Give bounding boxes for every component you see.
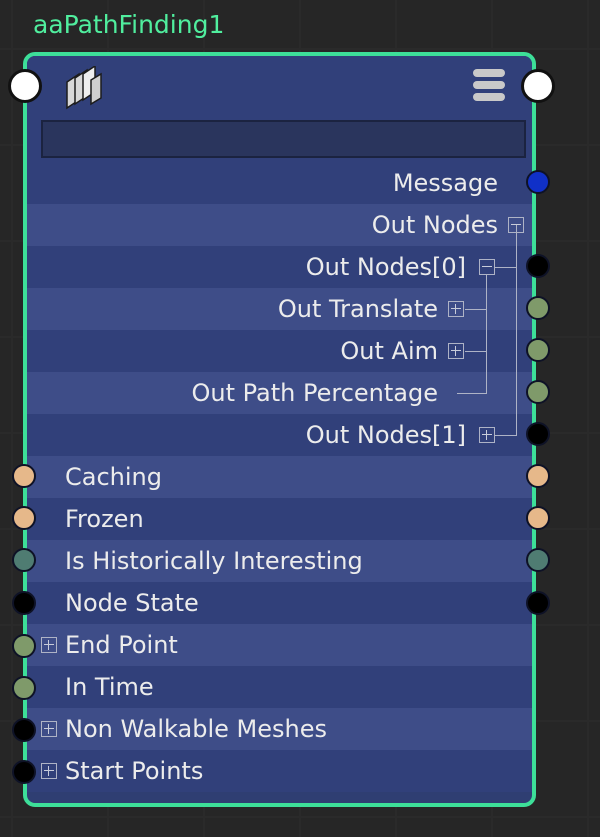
tree-line [465, 351, 487, 352]
tree-line [495, 435, 517, 436]
attr-row-node-state[interactable]: Node State [27, 582, 532, 624]
out-aim-output-port[interactable] [526, 338, 550, 362]
start-points-input-port[interactable] [12, 760, 36, 784]
attr-label: Caching [65, 463, 162, 491]
out-nodes-1-output-port[interactable] [526, 422, 550, 446]
expand-icon[interactable] [448, 343, 464, 359]
tree-line [457, 393, 487, 394]
expand-icon[interactable] [41, 721, 57, 737]
frozen-output-port[interactable] [526, 506, 550, 530]
expand-icon[interactable] [41, 763, 57, 779]
attr-row-start-points[interactable]: Start Points [27, 750, 532, 792]
attr-row-is-historically-interesting[interactable]: Is Historically Interesting [27, 540, 532, 582]
attr-label: Out Path Percentage [191, 379, 438, 407]
input-connection-port[interactable] [8, 69, 42, 103]
attr-label: Start Points [65, 757, 204, 785]
out-path-percentage-output-port[interactable] [526, 380, 550, 404]
message-output-port[interactable] [526, 170, 550, 194]
attr-label: Is Historically Interesting [65, 547, 363, 575]
out-nodes-0-output-port[interactable] [526, 254, 550, 278]
attr-label: Node State [65, 589, 199, 617]
search-input[interactable] [41, 120, 526, 158]
expand-icon[interactable] [448, 301, 464, 317]
expand-icon[interactable] [41, 637, 57, 653]
attr-row-non-walkable-meshes[interactable]: Non Walkable Meshes [27, 708, 532, 750]
attr-label: In Time [65, 673, 154, 701]
attr-label: Frozen [65, 505, 144, 533]
tree-line [465, 309, 487, 310]
node-state-output-port[interactable] [526, 591, 550, 615]
frozen-input-port[interactable] [12, 506, 36, 530]
attr-row-out-nodes[interactable]: Out Nodes [27, 204, 532, 246]
in-time-input-port[interactable] [12, 676, 36, 700]
node-type-icon [66, 66, 102, 110]
attr-row-out-nodes-0[interactable]: Out Nodes[0] [27, 246, 532, 288]
tree-line [516, 225, 517, 435]
attr-label: Out Nodes[1] [305, 421, 466, 449]
attr-row-end-point[interactable]: End Point [27, 624, 532, 666]
menu-icon[interactable] [472, 68, 506, 102]
caching-input-port[interactable] [12, 464, 36, 488]
expand-icon[interactable] [479, 427, 495, 443]
out-translate-output-port[interactable] [526, 296, 550, 320]
attr-row-out-nodes-1[interactable]: Out Nodes[1] [27, 414, 532, 456]
non-walkable-meshes-input-port[interactable] [12, 718, 36, 742]
is-historically-interesting-input-port[interactable] [12, 548, 36, 572]
node-state-input-port[interactable] [12, 591, 36, 615]
node-title[interactable]: aaPathFinding1 [33, 10, 224, 39]
attr-label: End Point [65, 631, 178, 659]
attr-row-in-time[interactable]: In Time [27, 666, 532, 708]
caching-output-port[interactable] [526, 464, 550, 488]
node-panel[interactable]: Message Out Nodes Out Nodes[0] Out Trans… [23, 52, 536, 807]
attr-row-message[interactable]: Message [27, 162, 532, 204]
end-point-input-port[interactable] [12, 634, 36, 658]
attr-label: Out Aim [340, 337, 438, 365]
attr-label: Out Nodes[0] [305, 253, 466, 281]
attr-label: Message [392, 169, 498, 197]
attr-row-out-translate[interactable]: Out Translate [27, 288, 532, 330]
attr-row-out-aim[interactable]: Out Aim [27, 330, 532, 372]
attr-row-caching[interactable]: Caching [27, 456, 532, 498]
attr-label: Non Walkable Meshes [65, 715, 327, 743]
is-historically-interesting-output-port[interactable] [526, 548, 550, 572]
tree-line [495, 267, 517, 268]
output-connection-port[interactable] [521, 69, 555, 103]
collapse-icon[interactable] [479, 259, 495, 275]
attr-row-frozen[interactable]: Frozen [27, 498, 532, 540]
tree-line [486, 275, 487, 393]
attr-label: Out Translate [277, 295, 438, 323]
attr-label: Out Nodes [371, 211, 498, 239]
